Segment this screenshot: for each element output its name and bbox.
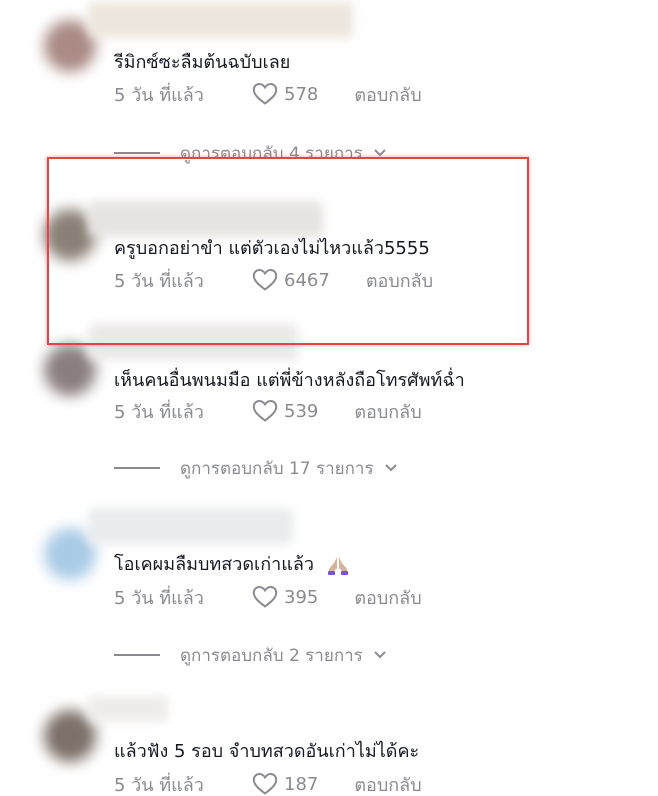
like-count: 578: [284, 83, 319, 105]
comment-item: รีมิกซ์ซะลืมต้นฉบับเลย 5 วัน ที่แล้ว 578…: [0, 0, 658, 164]
reply-button[interactable]: ตอบกลับ: [354, 80, 421, 109]
divider-line: [114, 654, 160, 656]
view-replies-label: ดูการตอบกลับ 17 รายการ: [180, 458, 374, 479]
like-count: 187: [284, 773, 319, 795]
comment-item: แล้วฟัง 5 รอบ จำบทสวดอันเก่าไม่ได้คะ 5 ว…: [0, 688, 658, 796]
comment-text: ครูบอกอย่าขำ แต่ตัวเองไม่ไหวแล้ว5555: [114, 238, 430, 259]
view-replies-button[interactable]: ดูการตอบกลับ 17 รายการ: [114, 455, 398, 481]
comment-timestamp: 5 วัน ที่แล้ว: [114, 774, 204, 796]
reply-button[interactable]: ตอบกลับ: [354, 583, 421, 612]
folded-hands-emoji: [326, 554, 350, 576]
comment-item: ครูบอกอย่าขำ แต่ตัวเองไม่ไหวแล้ว5555 5 ว…: [0, 185, 658, 295]
like-button[interactable]: 187: [252, 772, 318, 796]
like-button[interactable]: 6467: [252, 268, 330, 292]
comment-text: แล้วฟัง 5 รอบ จำบทสวดอันเก่าไม่ได้คะ: [114, 741, 420, 762]
heart-outline-icon: [252, 82, 278, 106]
heart-outline-icon: [252, 399, 278, 423]
reply-button[interactable]: ตอบกลับ: [354, 770, 421, 796]
heart-outline-icon: [252, 585, 278, 609]
comment-timestamp: 5 วัน ที่แล้ว: [114, 587, 204, 609]
comment-item: เห็นคนอื่นพนมมือ แต่พี่ข้างหลังถือโทรศัพ…: [0, 318, 658, 479]
username-blurred[interactable]: [88, 201, 323, 237]
comment-timestamp: 5 วัน ที่แล้ว: [114, 270, 204, 292]
like-count: 6467: [284, 269, 330, 291]
username-blurred[interactable]: [88, 324, 298, 360]
comments-panel: รีมิกซ์ซะลืมต้นฉบับเลย 5 วัน ที่แล้ว 578…: [0, 0, 658, 796]
like-button[interactable]: 395: [252, 585, 318, 609]
comment-meta: 5 วัน ที่แล้ว 187 ตอบกลับ: [114, 771, 422, 796]
chevron-down-icon: [363, 143, 387, 163]
view-replies-button[interactable]: ดูการตอบกลับ 2 รายการ: [114, 642, 387, 668]
username-blurred[interactable]: [88, 508, 293, 544]
reply-button[interactable]: ตอบกลับ: [366, 266, 433, 295]
view-replies-button[interactable]: ดูการตอบกลับ 4 รายการ: [114, 140, 387, 166]
heart-outline-icon: [252, 772, 278, 796]
like-button[interactable]: 539: [252, 399, 318, 423]
username-blurred[interactable]: [88, 696, 168, 722]
comment-timestamp: 5 วัน ที่แล้ว: [114, 84, 204, 106]
chevron-down-icon: [374, 458, 398, 478]
username-blurred[interactable]: [88, 2, 353, 38]
view-replies-label: ดูการตอบกลับ 2 รายการ: [180, 645, 363, 666]
comment-text: เห็นคนอื่นพนมมือ แต่พี่ข้างหลังถือโทรศัพ…: [114, 370, 465, 391]
comment-timestamp: 5 วัน ที่แล้ว: [114, 401, 204, 423]
comment-item: โอเคผมลืมบทสวดเก่าแล้ว 5 วัน ที่แล้ว 395…: [0, 502, 658, 666]
comment-meta: 5 วัน ที่แล้ว 539 ตอบกลับ: [114, 398, 422, 424]
view-replies-label: ดูการตอบกลับ 4 รายการ: [180, 143, 363, 164]
divider-line: [114, 152, 160, 154]
comment-meta: 5 วัน ที่แล้ว 578 ตอบกลับ: [114, 81, 422, 107]
like-button[interactable]: 578: [252, 82, 318, 106]
comment-meta: 5 วัน ที่แล้ว 6467 ตอบกลับ: [114, 267, 433, 293]
reply-button[interactable]: ตอบกลับ: [354, 397, 421, 426]
comment-meta: 5 วัน ที่แล้ว 395 ตอบกลับ: [114, 584, 422, 610]
divider-line: [114, 467, 160, 469]
comment-text: รีมิกซ์ซะลืมต้นฉบับเลย: [114, 52, 291, 73]
comment-text-content: โอเคผมลืมบทสวดเก่าแล้ว: [114, 554, 314, 575]
chevron-down-icon: [363, 645, 387, 665]
like-count: 395: [284, 586, 319, 608]
like-count: 539: [284, 400, 319, 422]
heart-outline-icon: [252, 268, 278, 292]
comment-text: โอเคผมลืมบทสวดเก่าแล้ว: [114, 553, 350, 577]
